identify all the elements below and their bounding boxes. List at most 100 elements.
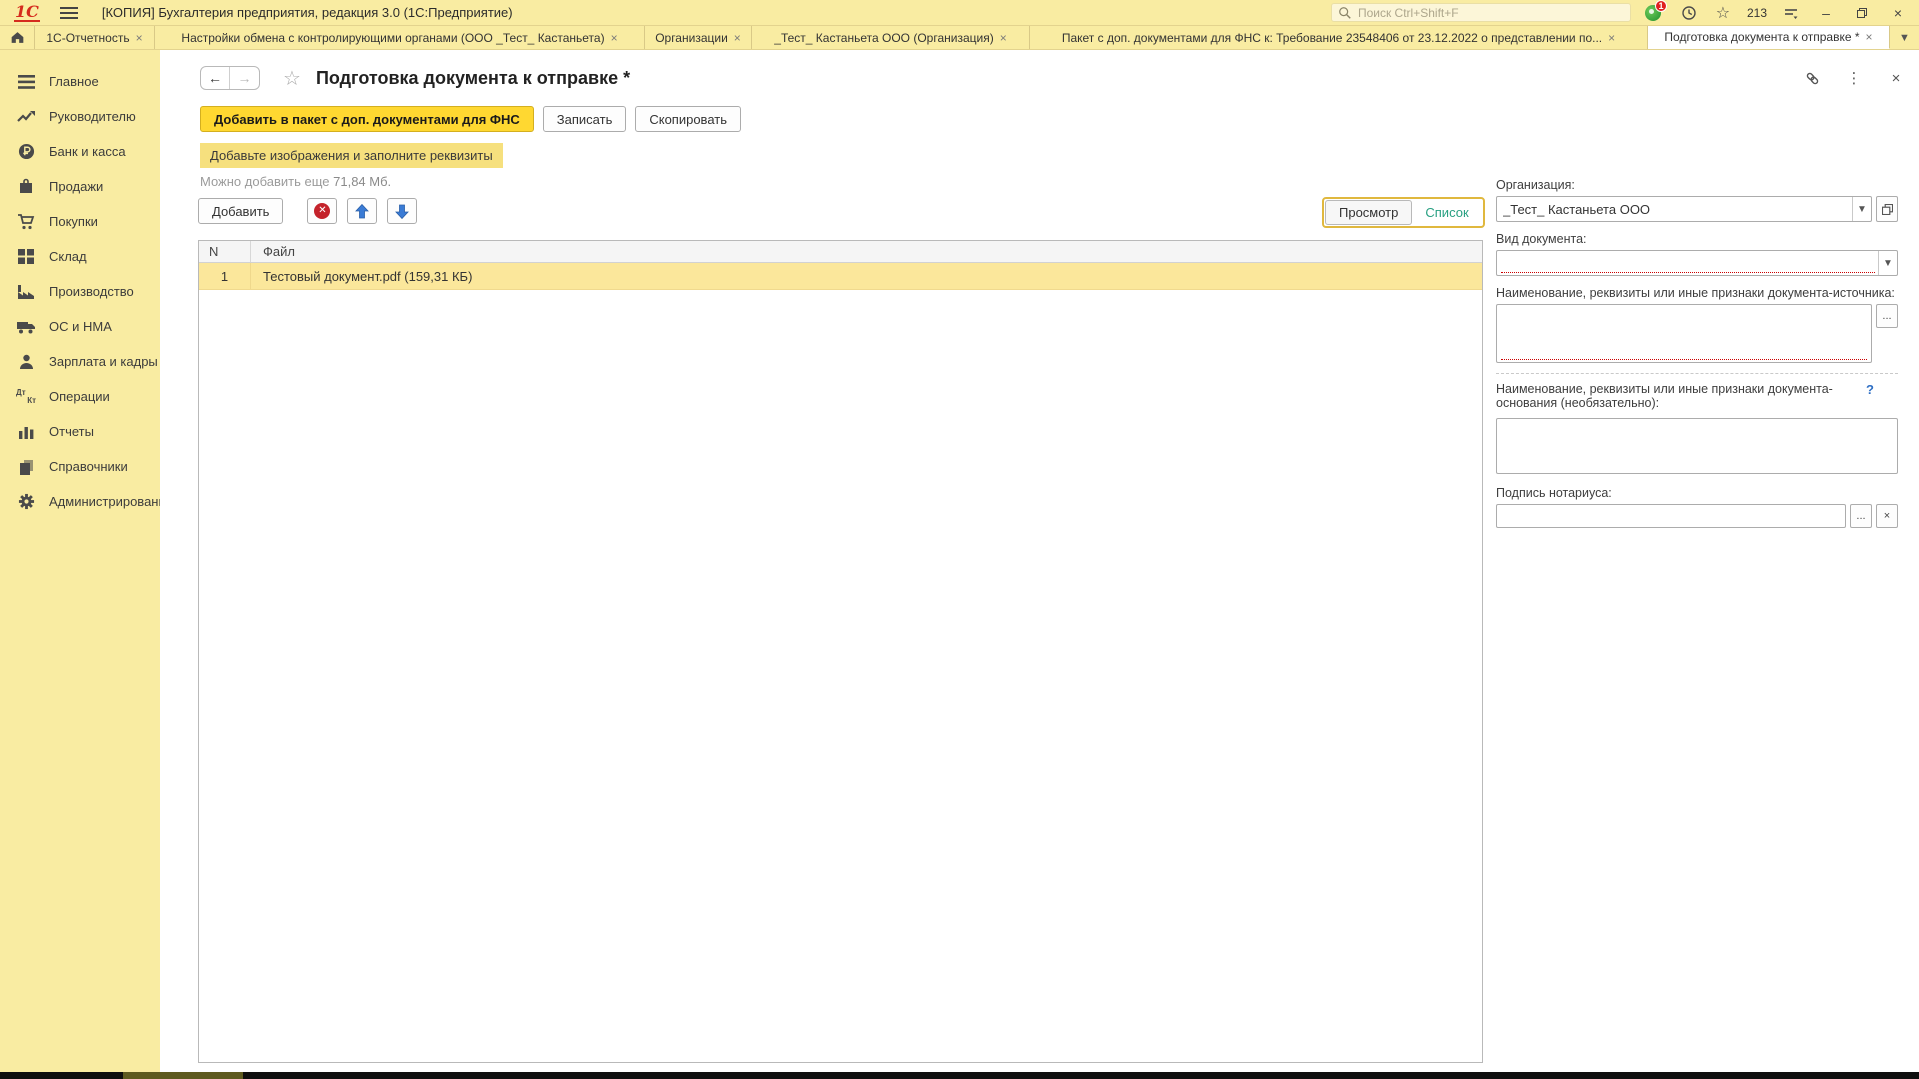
favorites-icon[interactable]: ☆ — [1713, 3, 1733, 23]
service-menu-icon[interactable] — [1781, 3, 1801, 23]
source-document-field[interactable] — [1496, 304, 1872, 363]
ruble-circle-icon — [16, 143, 36, 161]
tab-fns-package[interactable]: Пакет с доп. документами для ФНС к: Треб… — [1030, 26, 1648, 49]
sidebar-item-manager[interactable]: Руководителю — [0, 99, 160, 134]
link-icon[interactable] — [1803, 69, 1821, 87]
sidebar-item-os-nma[interactable]: ОС и НМА — [0, 309, 160, 344]
application-window: 1С [КОПИЯ] Бухгалтерия предприятия, реда… — [0, 0, 1919, 1079]
base-document-label: Наименование, реквизиты или иные признак… — [1496, 382, 1852, 410]
column-header-n[interactable]: N — [199, 241, 251, 262]
forward-button[interactable]: → — [230, 67, 259, 89]
arrow-down-icon — [395, 204, 409, 219]
move-up-button[interactable] — [347, 198, 377, 224]
save-button[interactable]: Записать — [543, 106, 627, 132]
tab-organization-card[interactable]: _Тест_ Кастаньета ООО (Организация) × — [752, 26, 1030, 49]
favorite-star-icon[interactable]: ☆ — [283, 66, 301, 91]
source-document-ellipsis-button[interactable]: ... — [1876, 304, 1898, 328]
tab-organizations[interactable]: Организации × — [645, 26, 752, 49]
column-header-file[interactable]: Файл — [251, 244, 1482, 259]
tab-list-dropdown[interactable]: ▼ — [1890, 26, 1919, 49]
delete-file-button[interactable]: ✕ — [307, 198, 337, 224]
chevron-down-icon[interactable]: ▼ — [1852, 197, 1871, 221]
chevron-down-icon[interactable]: ▼ — [1878, 251, 1897, 275]
sidebar-item-sales[interactable]: Продажи — [0, 169, 160, 204]
move-down-button[interactable] — [387, 198, 417, 224]
sidebar-item-administration[interactable]: Администрирование — [0, 484, 160, 519]
notary-signature-field[interactable] — [1496, 504, 1846, 528]
search-input[interactable] — [1358, 6, 1624, 20]
global-search[interactable] — [1331, 3, 1631, 22]
tab-close-icon[interactable]: × — [734, 31, 741, 45]
bar-chart-icon — [16, 423, 36, 441]
source-document-textarea[interactable] — [1497, 305, 1871, 362]
trend-chart-icon — [16, 108, 36, 126]
truck-icon — [16, 318, 36, 336]
capacity-text: Можно добавить еще 71,84 Мб. — [200, 174, 391, 189]
tab-close-icon[interactable]: × — [1608, 31, 1615, 45]
command-bar: Добавить в пакет с доп. документами для … — [200, 106, 741, 132]
delete-icon: ✕ — [314, 203, 330, 219]
history-icon[interactable] — [1679, 3, 1699, 23]
help-icon[interactable]: ? — [1866, 382, 1874, 397]
tab-exchange-settings[interactable]: Настройки обмена с контролирующими орган… — [155, 26, 645, 49]
warehouse-grid-icon — [16, 248, 36, 266]
sidebar-item-purchases[interactable]: Покупки — [0, 204, 160, 239]
document-kind-field[interactable]: ▼ — [1496, 250, 1898, 276]
tab-close-icon[interactable]: × — [1866, 30, 1873, 44]
books-icon — [16, 458, 36, 476]
add-file-button[interactable]: Добавить — [198, 198, 283, 224]
sidebar-item-reports[interactable]: Отчеты — [0, 414, 160, 449]
source-document-label: Наименование, реквизиты или иные признак… — [1496, 286, 1898, 300]
tab-close-icon[interactable]: × — [1000, 31, 1007, 45]
restore-button[interactable] — [1851, 3, 1873, 23]
tab-home[interactable] — [0, 26, 35, 49]
shopping-cart-icon — [16, 213, 36, 231]
minimize-button[interactable]: – — [1815, 3, 1837, 23]
factory-icon — [16, 283, 36, 301]
view-mode-toggle: Просмотр Список — [1322, 197, 1485, 228]
close-form-icon[interactable]: × — [1887, 69, 1905, 87]
sidebar-item-salary-hr[interactable]: Зарплата и кадры — [0, 344, 160, 379]
sidebar-item-main[interactable]: Главное — [0, 64, 160, 99]
search-icon — [1338, 6, 1352, 20]
shopping-bag-icon — [16, 178, 36, 196]
notary-clear-button[interactable]: × — [1876, 504, 1898, 528]
menu-lines-icon — [16, 73, 36, 91]
sidebar: Главное Руководителю Банк и касса Продаж… — [0, 50, 160, 1072]
sidebar-item-warehouse[interactable]: Склад — [0, 239, 160, 274]
file-table-header: N Файл — [199, 241, 1482, 263]
tab-close-icon[interactable]: × — [611, 31, 618, 45]
document-kind-label: Вид документа: — [1496, 232, 1898, 246]
view-preview-button[interactable]: Просмотр — [1325, 200, 1412, 225]
table-row[interactable]: 1 Тестовый документ.pdf (159,31 КБ) — [199, 263, 1482, 290]
notary-signature-input[interactable] — [1497, 505, 1845, 527]
view-list-button[interactable]: Список — [1412, 200, 1481, 225]
main-content: ← → ☆ Подготовка документа к отправке * … — [160, 50, 1919, 1072]
more-actions-icon[interactable]: ⋮ — [1845, 69, 1863, 87]
back-button[interactable]: ← — [201, 67, 230, 89]
tab-1c-reporting[interactable]: 1С-Отчетность × — [35, 26, 155, 49]
tab-close-icon[interactable]: × — [136, 31, 143, 45]
add-to-package-button[interactable]: Добавить в пакет с доп. документами для … — [200, 106, 534, 132]
title-bar: 1С [КОПИЯ] Бухгалтерия предприятия, реда… — [0, 0, 1919, 26]
notary-ellipsis-button[interactable]: ... — [1850, 504, 1872, 528]
sidebar-item-bank-cash[interactable]: Банк и касса — [0, 134, 160, 169]
base-document-textarea[interactable] — [1497, 419, 1897, 473]
required-field-underline — [1501, 359, 1867, 360]
sidebar-item-operations[interactable]: ДтКт Операции — [0, 379, 160, 414]
organization-field[interactable]: ▼ — [1496, 196, 1872, 222]
notification-icon[interactable]: 1 — [1645, 3, 1665, 23]
tab-document-preparation[interactable]: Подготовка документа к отправке * × — [1648, 26, 1890, 49]
close-window-button[interactable]: × — [1887, 3, 1909, 23]
organization-input[interactable] — [1497, 197, 1852, 221]
main-menu-icon[interactable] — [60, 7, 78, 19]
sidebar-item-production[interactable]: Производство — [0, 274, 160, 309]
sidebar-item-directories[interactable]: Справочники — [0, 449, 160, 484]
taskbar-strip — [0, 1072, 1919, 1079]
open-organization-button[interactable] — [1876, 196, 1898, 222]
organization-label: Организация: — [1496, 178, 1898, 192]
copy-button[interactable]: Скопировать — [635, 106, 741, 132]
arrow-up-icon — [355, 204, 369, 219]
base-document-field[interactable] — [1496, 418, 1898, 474]
notification-badge: 1 — [1655, 0, 1667, 12]
